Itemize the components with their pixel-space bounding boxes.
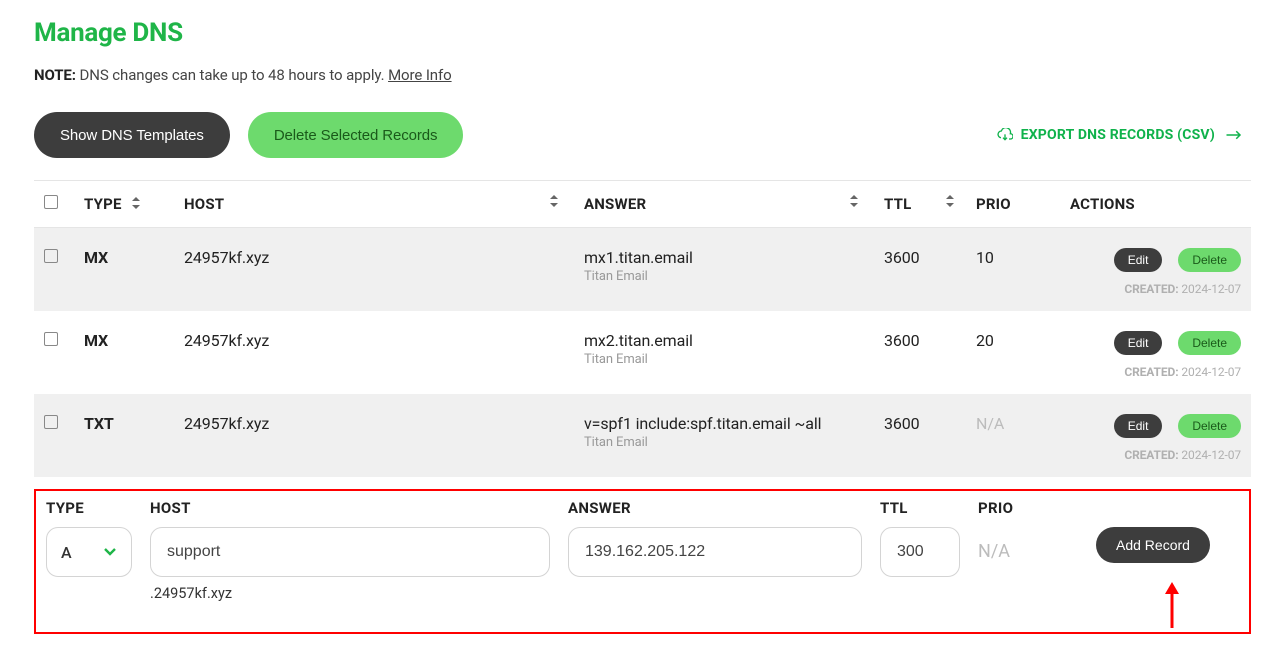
cell-answer: mx2.titan.email Titan Email — [574, 311, 874, 394]
table-row: TXT 24957kf.xyz v=spf1 include:spf.titan… — [34, 394, 1251, 477]
note-text: DNS changes can take up to 48 hours to a… — [80, 66, 385, 84]
add-record-form: TYPE A HOST .24957kf.xyz ANSWER TTL PR — [34, 489, 1251, 634]
answer-input[interactable] — [568, 527, 862, 577]
edit-button[interactable]: Edit — [1114, 248, 1163, 272]
col-ttl[interactable]: TTL — [874, 181, 966, 228]
table-row: MX 24957kf.xyz mx2.titan.email Titan Ema… — [34, 311, 1251, 394]
cell-prio: N/A — [966, 394, 1060, 477]
cell-ttl: 3600 — [874, 228, 966, 311]
col-answer-label: ANSWER — [584, 195, 646, 213]
select-all-checkbox[interactable] — [44, 195, 58, 209]
dns-records-table: TYPE HOST ANSWER TTL PRIO ACTIONS — [34, 180, 1251, 477]
created-line: CREATED: 2024-12-07 — [1070, 448, 1241, 462]
col-host[interactable]: HOST — [174, 181, 574, 228]
created-line: CREATED: 2024-12-07 — [1070, 282, 1241, 296]
form-label-type: TYPE — [46, 499, 132, 517]
export-csv-link[interactable]: EXPORT DNS RECORDS (CSV) — [997, 127, 1251, 143]
col-type-label: TYPE — [84, 195, 122, 213]
type-select[interactable]: A — [46, 527, 132, 577]
col-type[interactable]: TYPE — [74, 181, 174, 228]
delete-selected-button[interactable]: Delete Selected Records — [248, 112, 464, 158]
prio-na: N/A — [978, 527, 1078, 577]
delete-button[interactable]: Delete — [1178, 248, 1241, 272]
host-suffix: .24957kf.xyz — [150, 585, 550, 602]
cell-host: 24957kf.xyz — [174, 311, 574, 394]
sort-icon — [946, 195, 954, 207]
cell-prio: 10 — [966, 228, 1060, 311]
form-label-prio: PRIO — [978, 499, 1078, 517]
answer-sub: Titan Email — [584, 269, 864, 284]
col-prio: PRIO — [966, 181, 1060, 228]
cell-type: TXT — [74, 394, 174, 477]
delete-button[interactable]: Delete — [1178, 331, 1241, 355]
sort-icon — [550, 195, 558, 207]
cell-ttl: 3600 — [874, 311, 966, 394]
cell-answer: mx1.titan.email Titan Email — [574, 228, 874, 311]
answer-value: mx2.titan.email — [584, 331, 864, 350]
cell-ttl: 3600 — [874, 394, 966, 477]
col-actions: ACTIONS — [1060, 181, 1251, 228]
ttl-input[interactable] — [880, 527, 960, 577]
arrow-right-icon — [1225, 129, 1243, 141]
answer-value: mx1.titan.email — [584, 248, 864, 267]
page-title: Manage DNS — [34, 18, 1251, 48]
edit-button[interactable]: Edit — [1114, 414, 1163, 438]
host-input[interactable] — [150, 527, 550, 577]
sort-icon — [132, 197, 140, 209]
col-host-label: HOST — [184, 195, 224, 213]
annotation-arrow-icon — [1162, 582, 1182, 628]
cell-type: MX — [74, 311, 174, 394]
answer-sub: Titan Email — [584, 435, 864, 450]
cell-answer: v=spf1 include:spf.titan.email ~all Tita… — [574, 394, 874, 477]
cloud-download-icon — [997, 128, 1013, 142]
col-ttl-label: TTL — [884, 195, 911, 213]
show-templates-button[interactable]: Show DNS Templates — [34, 112, 230, 158]
note-label: NOTE: — [34, 66, 76, 84]
chevron-down-icon — [103, 547, 117, 557]
table-row: MX 24957kf.xyz mx1.titan.email Titan Ema… — [34, 228, 1251, 311]
cell-host: 24957kf.xyz — [174, 228, 574, 311]
answer-sub: Titan Email — [584, 352, 864, 367]
edit-button[interactable]: Edit — [1114, 331, 1163, 355]
row-checkbox[interactable] — [44, 332, 58, 346]
delete-button[interactable]: Delete — [1178, 414, 1241, 438]
dns-note: NOTE: DNS changes can take up to 48 hour… — [34, 66, 1251, 84]
more-info-link[interactable]: More Info — [388, 66, 452, 84]
created-line: CREATED: 2024-12-07 — [1070, 365, 1241, 379]
form-label-host: HOST — [150, 499, 550, 517]
export-label: EXPORT DNS RECORDS (CSV) — [1021, 127, 1215, 143]
type-select-value: A — [61, 543, 72, 562]
cell-host: 24957kf.xyz — [174, 394, 574, 477]
answer-value: v=spf1 include:spf.titan.email ~all — [584, 414, 864, 433]
form-label-ttl: TTL — [880, 499, 960, 517]
cell-type: MX — [74, 228, 174, 311]
sort-icon — [850, 195, 858, 207]
add-record-button[interactable]: Add Record — [1096, 527, 1210, 563]
row-checkbox[interactable] — [44, 415, 58, 429]
row-checkbox[interactable] — [44, 249, 58, 263]
cell-prio: 20 — [966, 311, 1060, 394]
form-label-answer: ANSWER — [568, 499, 862, 517]
col-answer[interactable]: ANSWER — [574, 181, 874, 228]
